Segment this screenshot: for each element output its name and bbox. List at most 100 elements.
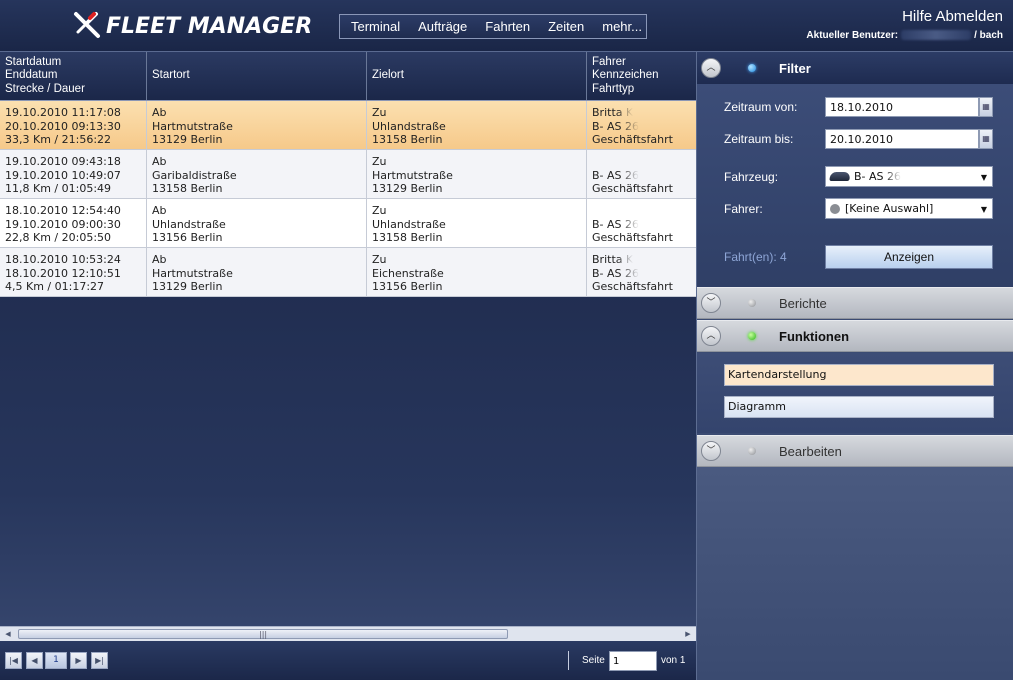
- nav-fahrten[interactable]: Fahrten: [476, 19, 539, 34]
- trips-grid: Startdatum Enddatum Strecke / Dauer Star…: [0, 52, 696, 680]
- page-number-button[interactable]: 1: [45, 652, 67, 669]
- first-page-icon[interactable]: |◀: [5, 652, 22, 669]
- cell-line: 13129 Berlin: [152, 280, 223, 293]
- prev-page-icon[interactable]: ◀: [26, 652, 43, 669]
- table-row[interactable]: 19.10.2010 11:17:08 20.10.2010 09:13:30 …: [0, 101, 696, 150]
- cell-line: Ab: [152, 155, 167, 168]
- table-row[interactable]: 18.10.2010 10:53:24 18.10.2010 12:10:51 …: [0, 248, 696, 297]
- cell-line: Hartmutstraße: [152, 266, 233, 280]
- column-header-zielort[interactable]: Zielort: [367, 52, 587, 100]
- table-row[interactable]: 18.10.2010 12:54:40 19.10.2010 09:00:30 …: [0, 199, 696, 248]
- cell-startort: Ab Hartmutstraße 13129 Berlin: [147, 248, 367, 296]
- berichte-section-header[interactable]: ﹀ Berichte: [697, 287, 1013, 319]
- chevron-down-icon[interactable]: ﹀: [701, 441, 721, 461]
- cell-line: 20.10.2010 09:13:30: [5, 119, 121, 133]
- table-header: Startdatum Enddatum Strecke / Dauer Star…: [0, 52, 696, 101]
- fahrer-value: [Keine Auswahl]: [845, 202, 934, 215]
- cell-line: 18.10.2010 10:53:24: [5, 253, 121, 266]
- header-startort: Startort: [152, 69, 190, 82]
- nav-mehr[interactable]: mehr...: [593, 19, 651, 34]
- scrollbar-thumb[interactable]: |||: [18, 629, 508, 639]
- person-icon: [830, 203, 840, 214]
- cell-line: Uhlandstraße: [372, 217, 446, 231]
- header-user-area: Hilfe Abmelden Aktueller Benutzer: / bach: [806, 8, 1003, 41]
- cell-line: 13129 Berlin: [152, 133, 223, 146]
- horizontal-scrollbar[interactable]: ◀ ||| ▶: [0, 626, 696, 641]
- logo-satellite-icon: [74, 12, 100, 38]
- cell-line: B- AS 26: [592, 119, 640, 133]
- chevron-up-icon[interactable]: ︿: [701, 58, 721, 78]
- status-dot-icon: [748, 447, 756, 455]
- header-links: Hilfe Abmelden: [806, 8, 1003, 25]
- header-kennzeichen: Kennzeichen: [592, 69, 659, 82]
- table-body: 19.10.2010 11:17:08 20.10.2010 09:13:30 …: [0, 101, 696, 297]
- last-page-icon[interactable]: ▶|: [91, 652, 108, 669]
- calendar-icon[interactable]: ▦: [979, 97, 993, 117]
- funktionen-section-header[interactable]: ︿ Funktionen: [697, 320, 1013, 352]
- header-startdatum: Startdatum: [5, 55, 62, 68]
- cell-line: 19.10.2010 10:49:07: [5, 168, 121, 182]
- cell-fahrer: Britta K B- AS 26 Geschäftsfahrt: [587, 101, 696, 149]
- chevron-up-icon[interactable]: ︿: [701, 326, 721, 346]
- cell-line: Geschäftsfahrt: [592, 133, 673, 146]
- side-panel-empty-area: [697, 467, 1013, 680]
- cell-line: Hartmutstraße: [152, 119, 233, 133]
- nav-auftraege[interactable]: Aufträge: [409, 19, 476, 34]
- filter-section-header[interactable]: ︿ Filter: [697, 52, 1013, 84]
- hilfe-link[interactable]: Hilfe: [902, 8, 932, 25]
- scroll-left-icon[interactable]: ◀: [3, 630, 13, 639]
- status-dot-icon: [748, 332, 756, 340]
- chevron-down-icon[interactable]: ﹀: [701, 293, 721, 313]
- table-row[interactable]: 19.10.2010 09:43:18 19.10.2010 10:49:07 …: [0, 150, 696, 199]
- nav-terminal[interactable]: Terminal: [340, 19, 409, 34]
- cell-datum: 18.10.2010 10:53:24 18.10.2010 12:10:51 …: [0, 248, 147, 296]
- zeitraum-von-input[interactable]: [825, 97, 979, 117]
- cell-line: 13158 Berlin: [152, 182, 223, 195]
- scroll-right-icon[interactable]: ▶: [683, 630, 693, 639]
- diagramm-button[interactable]: Diagramm: [724, 396, 994, 418]
- current-user-suffix: / bach: [974, 30, 1003, 41]
- next-page-icon[interactable]: ▶: [70, 652, 87, 669]
- fahrzeug-select[interactable]: B- AS 26 ▼: [825, 166, 993, 187]
- cell-line: 13158 Berlin: [372, 133, 443, 146]
- abmelden-link[interactable]: Abmelden: [935, 8, 1003, 25]
- column-header-datum[interactable]: Startdatum Enddatum Strecke / Dauer: [0, 52, 147, 100]
- cell-line: 13156 Berlin: [152, 231, 223, 244]
- calendar-icon[interactable]: ▦: [979, 129, 993, 149]
- header-zielort: Zielort: [372, 69, 404, 82]
- nav-zeiten[interactable]: Zeiten: [539, 19, 593, 34]
- fleet-manager-logo[interactable]: FLEET MANAGER: [70, 8, 312, 44]
- bearbeiten-section-header[interactable]: ﹀ Bearbeiten: [697, 435, 1013, 467]
- side-panel: ︿ Filter Zeitraum von: ▦ Zeitraum bis: ▦…: [696, 52, 1013, 680]
- header-fahrttyp: Fahrttyp: [592, 82, 635, 95]
- cell-line: 19.10.2010 11:17:08: [5, 106, 121, 119]
- cell-datum: 19.10.2010 11:17:08 20.10.2010 09:13:30 …: [0, 101, 147, 149]
- cell-line: B- AS 26: [592, 217, 640, 231]
- cell-line: 13156 Berlin: [372, 280, 443, 293]
- current-user: Aktueller Benutzer: / bach: [806, 30, 1003, 41]
- cell-startort: Ab Garibaldistraße 13158 Berlin: [147, 150, 367, 198]
- anzeigen-button[interactable]: Anzeigen: [825, 245, 993, 269]
- cell-line: B- AS 26: [592, 266, 640, 280]
- cell-startort: Ab Uhlandstraße 13156 Berlin: [147, 199, 367, 247]
- kartendarstellung-button[interactable]: Kartendarstellung: [724, 364, 994, 386]
- cell-zielort: Zu Hartmutstraße 13129 Berlin: [367, 150, 587, 198]
- cell-line: Uhlandstraße: [152, 217, 226, 231]
- cell-startort: Ab Hartmutstraße 13129 Berlin: [147, 101, 367, 149]
- cell-line: 22,8 Km / 20:05:50: [5, 231, 112, 244]
- cell-line: Geschäftsfahrt: [592, 280, 673, 293]
- zeitraum-bis-input[interactable]: [825, 129, 979, 149]
- column-header-startort[interactable]: Startort: [147, 52, 367, 100]
- logo-text: FLEET MANAGER: [106, 13, 313, 39]
- cell-line: 18.10.2010 12:54:40: [5, 204, 121, 217]
- fahrer-select[interactable]: [Keine Auswahl] ▼: [825, 198, 993, 219]
- funktionen-title: Funktionen: [779, 329, 850, 344]
- cell-datum: 19.10.2010 09:43:18 19.10.2010 10:49:07 …: [0, 150, 147, 198]
- cell-zielort: Zu Uhlandstraße 13158 Berlin: [367, 199, 587, 247]
- page-input[interactable]: [609, 651, 657, 671]
- column-header-fahrer[interactable]: Fahrer Kennzeichen Fahrttyp: [587, 52, 696, 100]
- grip-icon: |||: [259, 630, 268, 639]
- cell-line: Eichenstraße: [372, 266, 444, 280]
- filter-title: Filter: [779, 61, 811, 76]
- cell-line: Hartmutstraße: [372, 168, 453, 182]
